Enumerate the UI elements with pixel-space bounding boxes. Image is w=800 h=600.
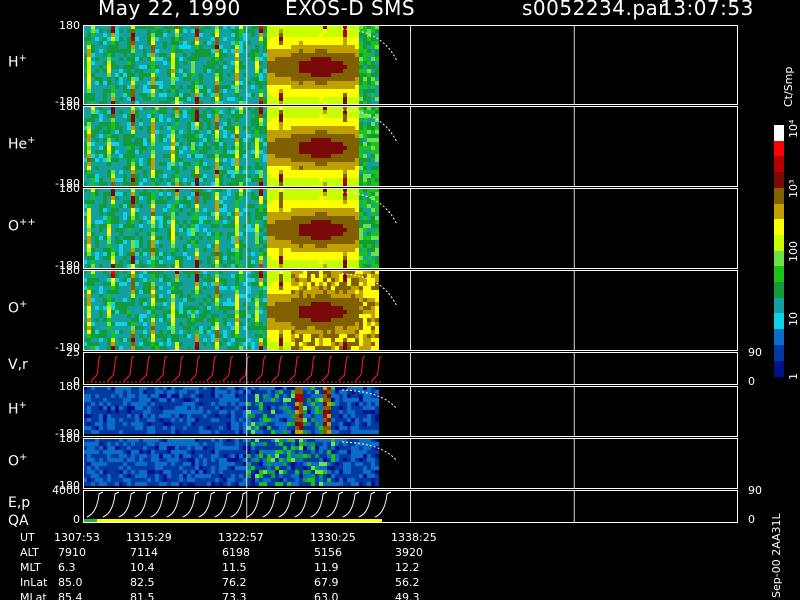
panel-0: [83, 25, 738, 105]
right-tick-top: 90: [748, 484, 762, 497]
right-tick-top: 90: [748, 346, 762, 359]
panel-2: [83, 188, 738, 269]
panel-label-3: O+: [8, 298, 28, 317]
plot-svg: [83, 25, 738, 523]
y-tick-top: 4000: [52, 484, 80, 497]
panel-label-6: O+: [8, 451, 28, 470]
panel-label-qa: QA: [8, 512, 29, 529]
y-tick-bottom: 0: [73, 513, 80, 526]
panel-3: [83, 270, 738, 351]
panel-label-sup: +: [18, 399, 27, 411]
panel-label-1: He+: [8, 134, 36, 153]
panel-label-7: E,p: [8, 494, 31, 511]
panel-4: [83, 352, 738, 385]
panel-label-2: O++: [8, 216, 36, 235]
panel-label-4: V,r: [8, 356, 28, 373]
panel-6: [83, 438, 738, 489]
panel-7: [83, 490, 738, 523]
y-tick-top: 180: [59, 19, 80, 32]
right-tick-bottom: 0: [748, 513, 755, 526]
plot-canvas: May 22, 1990 EXOS-D SMS s0052234.par 13:…: [0, 0, 800, 600]
panel-label-sup: +: [19, 298, 28, 310]
panel-label-sup: +: [27, 134, 36, 146]
panel-1: [83, 106, 738, 187]
right-tick-bottom: 0: [748, 375, 755, 388]
panel-label-0: H+: [8, 53, 27, 71]
panel-5: [83, 386, 738, 437]
y-tick-top: 180: [59, 432, 80, 445]
y-tick-top: 180: [59, 264, 80, 277]
panel-label-sup: +: [18, 53, 27, 64]
panel-label-sup: ++: [19, 216, 36, 228]
y-tick-top: 25: [66, 346, 80, 359]
y-tick-top: 180: [59, 182, 80, 195]
panel-label-5: H+: [8, 399, 27, 418]
y-tick-top: 180: [59, 380, 80, 393]
y-tick-top: 180: [59, 100, 80, 113]
panel-label-sup: +: [19, 451, 28, 463]
